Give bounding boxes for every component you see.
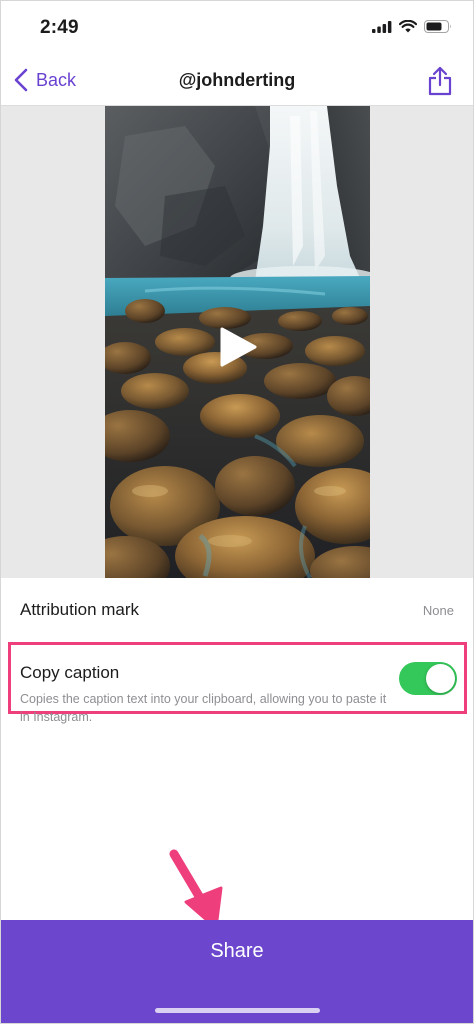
video-thumbnail[interactable] [105,106,370,578]
status-time: 2:49 [40,17,79,38]
home-indicator [155,1008,320,1013]
toggle-knob [426,664,455,693]
status-icons [372,20,452,33]
copy-caption-toggle[interactable] [399,662,457,695]
attribution-mark-label: Attribution mark [20,600,140,619]
share-icon-button[interactable] [428,66,452,101]
copy-caption-description: Copies the caption text into your clipbo… [20,692,387,724]
share-button[interactable]: Share [0,920,474,1024]
share-icon [428,66,452,96]
attribution-mark-value: None [422,603,454,618]
attribution-mark-row[interactable]: Attribution mark None [0,578,474,640]
battery-icon [424,20,451,33]
status-bar: 2:49 [0,0,474,58]
cellular-signal-icon [372,20,392,33]
media-area [0,106,474,578]
copy-caption-label: Copy caption [20,663,120,682]
share-label: Share [210,940,264,962]
annotation-arrow-icon [169,849,223,930]
play-icon[interactable] [218,326,258,368]
page-title: @johnderting [178,70,296,90]
wifi-icon [399,20,417,33]
nav-bar: Back @johnderting [0,58,474,106]
